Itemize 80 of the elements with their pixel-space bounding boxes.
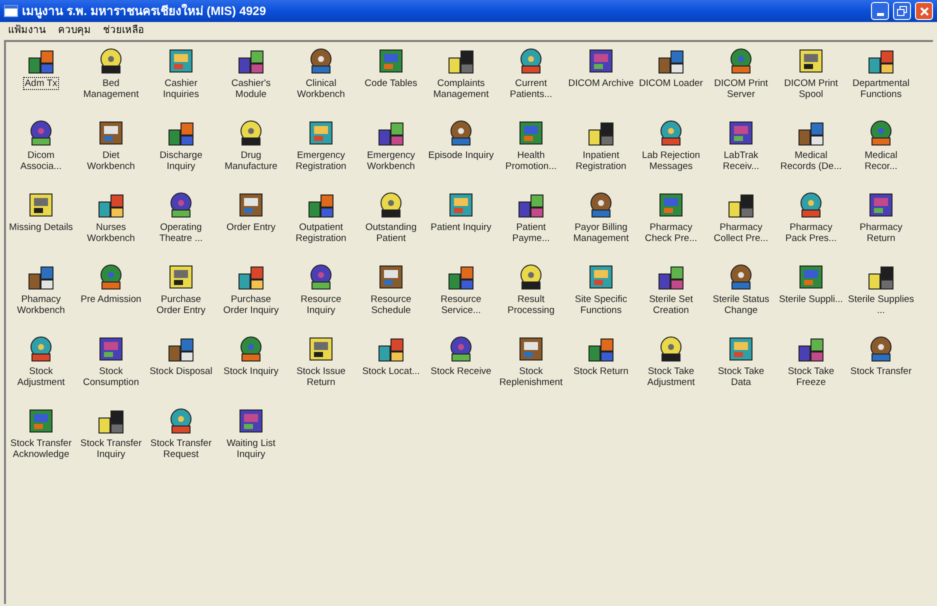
program-label[interactable]: Stock Disposal — [148, 366, 214, 377]
window-icon — [4, 5, 18, 17]
program-label[interactable]: Drug Manufacture — [217, 150, 285, 172]
program-label[interactable]: Stock Return — [572, 366, 630, 377]
program-label[interactable]: Dicom Associa... — [7, 150, 75, 172]
menu-item[interactable]: ช่วยเหลือ — [103, 22, 144, 38]
program-label[interactable]: Stock Consumption — [77, 366, 145, 388]
program-label[interactable]: Stock Adjustment — [7, 366, 75, 388]
program-label[interactable]: Stock Transfer Request — [147, 438, 215, 460]
program-label[interactable]: DICOM Print Server — [707, 78, 775, 100]
program-label[interactable]: Departmental Functions — [847, 78, 915, 100]
program-label[interactable]: Clinical Workbench — [287, 78, 355, 100]
minimize-button[interactable] — [871, 2, 889, 20]
program-label[interactable]: Payor Billing Management — [567, 222, 635, 244]
program-label[interactable]: Pharmacy Check Pre... — [637, 222, 705, 244]
program-label[interactable]: Sterile Set Creation — [637, 294, 705, 316]
close-button[interactable] — [915, 2, 933, 20]
program-label[interactable]: Complaints Management — [427, 78, 495, 100]
program-label[interactable]: Patient Payme... — [497, 222, 565, 244]
program-label[interactable]: Sterile Status Change — [707, 294, 775, 316]
menu-item[interactable]: แฟ้มงาน — [8, 22, 46, 38]
program-label[interactable]: DICOM Archive — [567, 78, 635, 89]
program-label[interactable]: Operating Theatre ... — [147, 222, 215, 244]
window-title: เมนูงาน ร.พ. มหาราชนครเชียงใหม่ (MIS) 4929 — [22, 2, 266, 20]
menu-item[interactable]: ควบคุม — [58, 22, 91, 38]
program-label[interactable]: Stock Issue Return — [287, 366, 355, 388]
program-label[interactable]: Lab Rejection Messages — [637, 150, 705, 172]
program-label[interactable]: Medical Records (De... — [777, 150, 845, 172]
program-label[interactable]: Nurses Workbench — [77, 222, 145, 244]
program-label[interactable]: Waiting List Inquiry — [217, 438, 285, 460]
program-label[interactable]: Discharge Inquiry — [147, 150, 215, 172]
program-label[interactable]: Code Tables — [364, 78, 418, 89]
program-label[interactable]: Outstanding Patient — [357, 222, 425, 244]
program-label[interactable]: Resource Service... — [427, 294, 495, 316]
restore-icon — [897, 6, 907, 16]
program-label[interactable]: Stock Transfer — [849, 366, 913, 377]
program-label[interactable]: Adm Tx — [24, 78, 58, 89]
program-label[interactable]: Stock Take Freeze — [777, 366, 845, 388]
program-label[interactable]: Stock Locat... — [361, 366, 421, 377]
minimize-icon — [876, 13, 884, 16]
program-label[interactable]: DICOM Loader — [638, 78, 704, 89]
program-label[interactable]: Pharmacy Pack Pres... — [777, 222, 845, 244]
program-label[interactable]: Current Patients... — [497, 78, 565, 100]
program-label[interactable]: Pharmacy Collect Pre... — [707, 222, 775, 244]
program-label[interactable]: Pharmacy Return — [847, 222, 915, 244]
program-label[interactable]: Patient Inquiry — [430, 222, 492, 233]
program-label[interactable]: Stock Receive — [430, 366, 492, 377]
program-label[interactable]: Health Promotion... — [497, 150, 565, 172]
program-label[interactable]: LabTrak Receiv... — [707, 150, 775, 172]
program-label[interactable]: Stock Replenishment — [497, 366, 565, 388]
program-label[interactable]: Emergency Workbench — [357, 150, 425, 172]
program-label[interactable]: Cashier's Module — [217, 78, 285, 100]
program-label[interactable]: Bed Management — [77, 78, 145, 100]
program-label[interactable]: Inpatient Registration — [567, 150, 635, 172]
program-label[interactable]: Site Specific Functions — [567, 294, 635, 316]
program-label[interactable]: Stock Take Data — [707, 366, 775, 388]
program-label[interactable]: Sterile Supplies ... — [847, 294, 915, 316]
program-label[interactable]: Purchase Order Inquiry — [217, 294, 285, 316]
program-label[interactable]: Outpatient Registration — [287, 222, 355, 244]
program-label[interactable]: Purchase Order Entry — [147, 294, 215, 316]
program-label[interactable]: Stock Take Adjustment — [637, 366, 705, 388]
program-label[interactable]: Emergency Registration — [287, 150, 355, 172]
program-label[interactable]: Missing Details — [8, 222, 74, 233]
program-label[interactable]: Diet Workbench — [77, 150, 145, 172]
program-label[interactable]: Stock Transfer Acknowledge — [7, 438, 75, 460]
program-label[interactable]: Pre Admission — [80, 294, 142, 305]
program-label[interactable]: DICOM Print Spool — [777, 78, 845, 100]
program-label[interactable]: Stock Inquiry — [222, 366, 280, 377]
program-label[interactable]: Phamacy Workbench — [7, 294, 75, 316]
program-label[interactable]: Sterile Suppli... — [778, 294, 844, 305]
program-label[interactable]: Order Entry — [225, 222, 277, 233]
program-label[interactable]: Resource Schedule — [357, 294, 425, 316]
close-icon — [920, 6, 928, 16]
program-label[interactable]: Episode Inquiry — [427, 150, 495, 161]
program-label[interactable]: Medical Recor... — [847, 150, 915, 172]
maximize-button[interactable] — [893, 2, 911, 20]
program-label[interactable]: Stock Transfer Inquiry — [77, 438, 145, 460]
program-label[interactable]: Resource Inquiry — [287, 294, 355, 316]
program-label[interactable]: Cashier Inquiries — [147, 78, 215, 100]
program-label[interactable]: Result Processing — [497, 294, 565, 316]
